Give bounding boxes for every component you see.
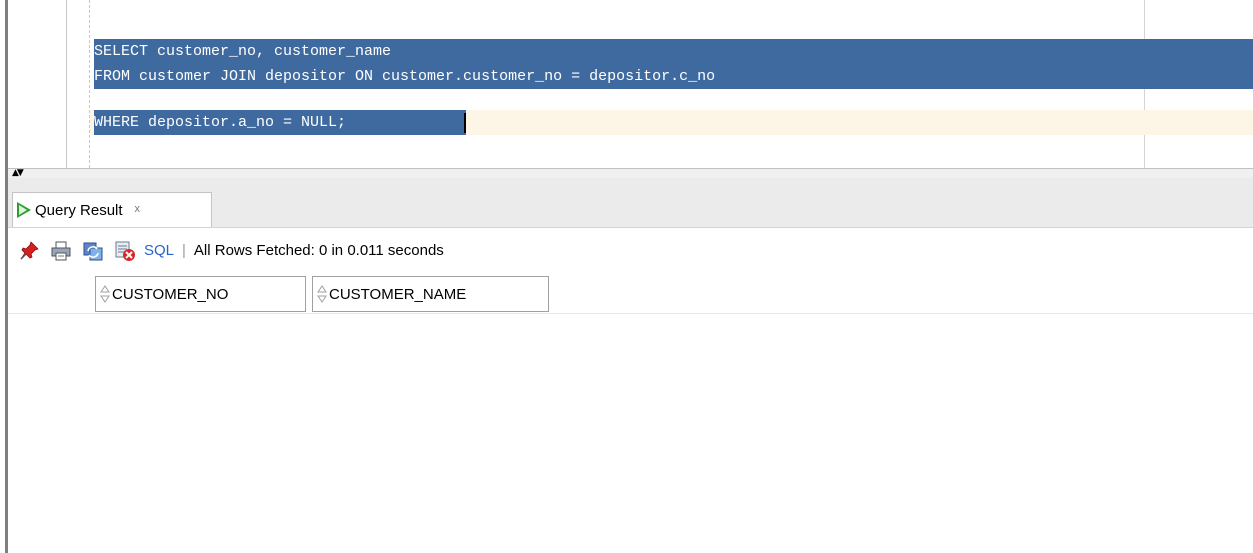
results-grid-body[interactable] [8, 314, 1253, 553]
results-tabbar: Query Result x [8, 178, 1253, 228]
sql-link[interactable]: SQL [144, 242, 174, 259]
clear-icon[interactable] [114, 240, 136, 262]
sort-icon[interactable] [100, 285, 110, 303]
results-toolbar: SQL | All Rows Fetched: 0 in 0.011 secon… [8, 228, 1253, 273]
results-grid-header: CUSTOMER_NO CUSTOMER_NAME [8, 273, 1253, 314]
splitter-arrows-icon[interactable]: ▲▼ [12, 169, 24, 178]
code-line-3[interactable]: WHERE depositor.a_no = NULL; [94, 110, 346, 135]
refresh-icon[interactable] [82, 240, 104, 262]
fold-guide [89, 0, 90, 168]
text-caret [464, 113, 466, 133]
print-icon[interactable] [50, 240, 72, 262]
tab-query-result[interactable]: Query Result x [12, 192, 212, 227]
column-header-customer-no[interactable]: CUSTOMER_NO [95, 276, 306, 312]
sort-icon[interactable] [317, 285, 327, 303]
pin-icon[interactable] [18, 240, 40, 262]
column-header-customer-name[interactable]: CUSTOMER_NAME [312, 276, 549, 312]
column-label: CUSTOMER_NO [112, 285, 229, 303]
code-line-2[interactable]: FROM customer JOIN depositor ON customer… [94, 64, 715, 89]
tab-close-icon[interactable]: x [135, 203, 141, 215]
code-line-1[interactable]: SELECT customer_no, customer_name [94, 39, 391, 64]
fetch-status: All Rows Fetched: 0 in 0.011 seconds [193, 242, 444, 259]
toolbar-separator: | [182, 242, 186, 259]
run-triangle-icon [17, 202, 31, 218]
sql-editor[interactable]: SELECT customer_no, customer_name FROM c… [8, 0, 1253, 168]
column-label: CUSTOMER_NAME [329, 285, 467, 303]
tab-label: Query Result [35, 201, 123, 219]
gutter-divider [66, 0, 67, 168]
left-edge [0, 0, 8, 553]
